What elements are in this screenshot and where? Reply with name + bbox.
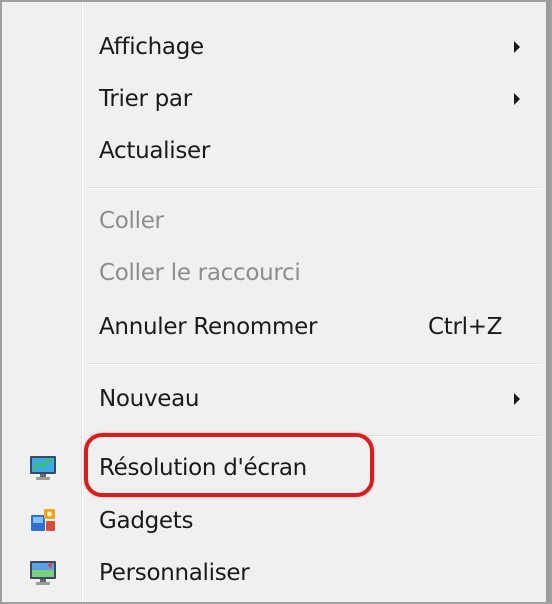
context-menu: Affichage Trier par Actualiser Coller Co… xyxy=(0,0,550,602)
submenu-arrow-icon xyxy=(514,393,520,405)
menu-item-shortcut: Ctrl+Z xyxy=(428,314,503,340)
menu-item-label: Coller xyxy=(99,208,164,234)
menu-item-coller: Coller xyxy=(3,197,542,245)
menu-separator xyxy=(87,187,542,189)
menu-item-actualiser[interactable]: Actualiser xyxy=(3,127,542,175)
menu-item-label: Personnaliser xyxy=(99,560,250,586)
menu-item-trier-par[interactable]: Trier par xyxy=(3,75,542,123)
menu-item-label: Affichage xyxy=(99,34,204,60)
menu-item-label: Actualiser xyxy=(99,138,211,164)
menu-separator xyxy=(87,363,542,365)
desktop-context-menu-screenshot: Affichage Trier par Actualiser Coller Co… xyxy=(0,0,552,604)
menu-item-label: Coller le raccourci xyxy=(99,260,301,286)
menu-item-resolution-ecran[interactable]: Résolution d'écran xyxy=(3,444,542,492)
menu-item-annuler-renommer[interactable]: Annuler Renommer Ctrl+Z xyxy=(3,303,542,351)
menu-item-label: Trier par xyxy=(99,86,192,112)
gadgets-icon xyxy=(27,505,59,537)
menu-item-label: Annuler Renommer xyxy=(99,314,318,340)
screen-resolution-icon xyxy=(27,452,59,484)
submenu-arrow-icon xyxy=(514,41,520,53)
personalize-icon xyxy=(27,557,59,589)
menu-item-affichage[interactable]: Affichage xyxy=(3,23,542,71)
menu-item-personnaliser[interactable]: Personnaliser xyxy=(3,549,542,597)
menu-item-label: Résolution d'écran xyxy=(99,455,307,481)
menu-item-gadgets[interactable]: Gadgets xyxy=(3,497,542,545)
menu-separator xyxy=(87,435,542,437)
menu-item-label: Nouveau xyxy=(99,386,200,412)
menu-item-label: Gadgets xyxy=(99,508,194,534)
menu-item-coller-le-raccourci: Coller le raccourci xyxy=(3,249,542,297)
submenu-arrow-icon xyxy=(514,93,520,105)
menu-item-nouveau[interactable]: Nouveau xyxy=(3,375,542,423)
